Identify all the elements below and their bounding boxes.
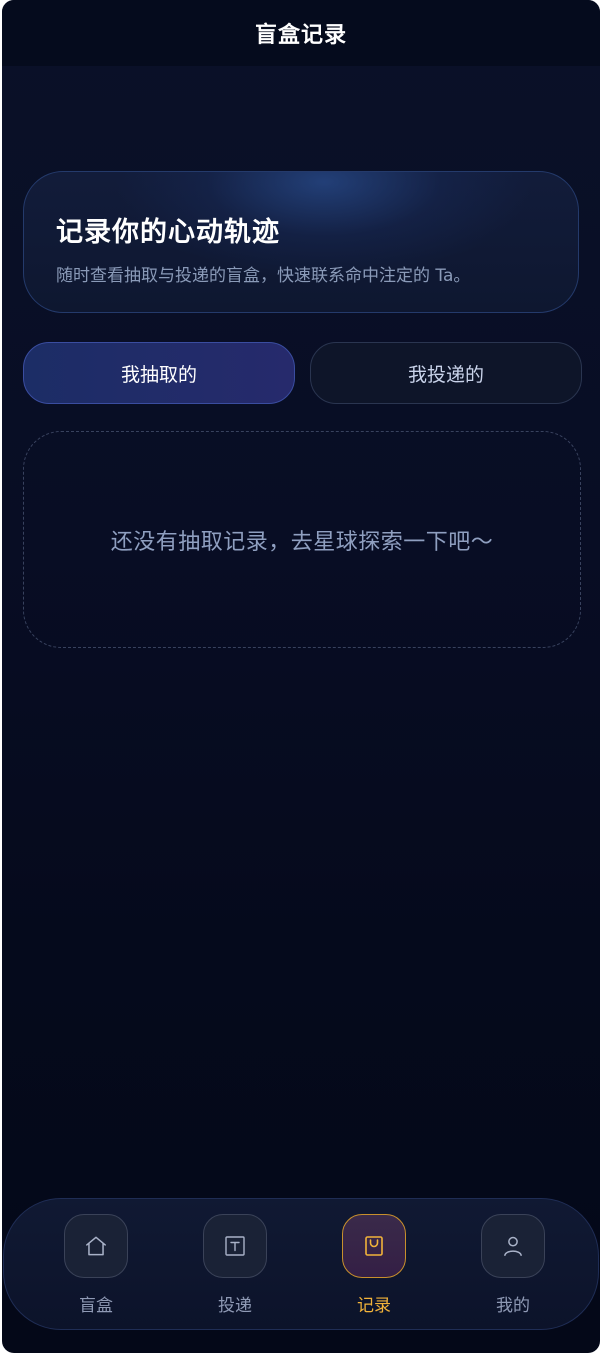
nav-icon-container[interactable] — [481, 1214, 545, 1278]
empty-state-box: 还没有抽取记录，去星球探索一下吧～ — [23, 431, 581, 648]
nav-item-blindbox[interactable]: 盲盒 — [63, 1214, 129, 1324]
nav-icon-container[interactable] — [64, 1214, 128, 1278]
nav-item-deliver[interactable]: 投递 — [202, 1214, 268, 1324]
user-icon — [504, 1236, 522, 1256]
page-title: 盲盒记录 — [254, 23, 347, 48]
empty-state-message: 还没有抽取记录，去星球探索一下吧～ — [110, 529, 494, 555]
nav-label: 我的 — [496, 1296, 530, 1316]
nav-label: 投递 — [218, 1296, 252, 1316]
nav-label: 盲盒 — [79, 1296, 113, 1316]
hero-subtitle: 随时查看抽取与投递的盲盒，快速联系命中注定的 Ta。 — [56, 266, 471, 286]
hero-card: 记录你的心动轨迹 随时查看抽取与投递的盲盒，快速联系命中注定的 Ta。 — [23, 171, 579, 313]
tab-delivered[interactable]: 我投递的 — [310, 342, 582, 404]
record-tabs: 我抽取的 我投递的 — [23, 342, 582, 404]
top-bar: 盲盒记录 — [2, 0, 600, 66]
nav-item-profile[interactable]: 我的 — [480, 1214, 546, 1324]
text-box-icon — [225, 1236, 245, 1256]
nav-icon-container[interactable] — [342, 1214, 406, 1278]
bag-icon — [365, 1236, 383, 1256]
nav-label: 记录 — [357, 1296, 391, 1316]
app-screen: 盲盒记录 记录你的心动轨迹 随时查看抽取与投递的盲盒，快速联系命中注定的 Ta。… — [2, 0, 600, 1353]
bottom-nav: 盲盒 投递 记录 我的 — [3, 1198, 599, 1330]
home-icon — [86, 1236, 106, 1256]
tab-drawn[interactable]: 我抽取的 — [23, 342, 295, 404]
hero-title: 记录你的心动轨迹 — [56, 217, 280, 248]
nav-icon-container[interactable] — [203, 1214, 267, 1278]
nav-item-records[interactable]: 记录 — [341, 1214, 407, 1324]
